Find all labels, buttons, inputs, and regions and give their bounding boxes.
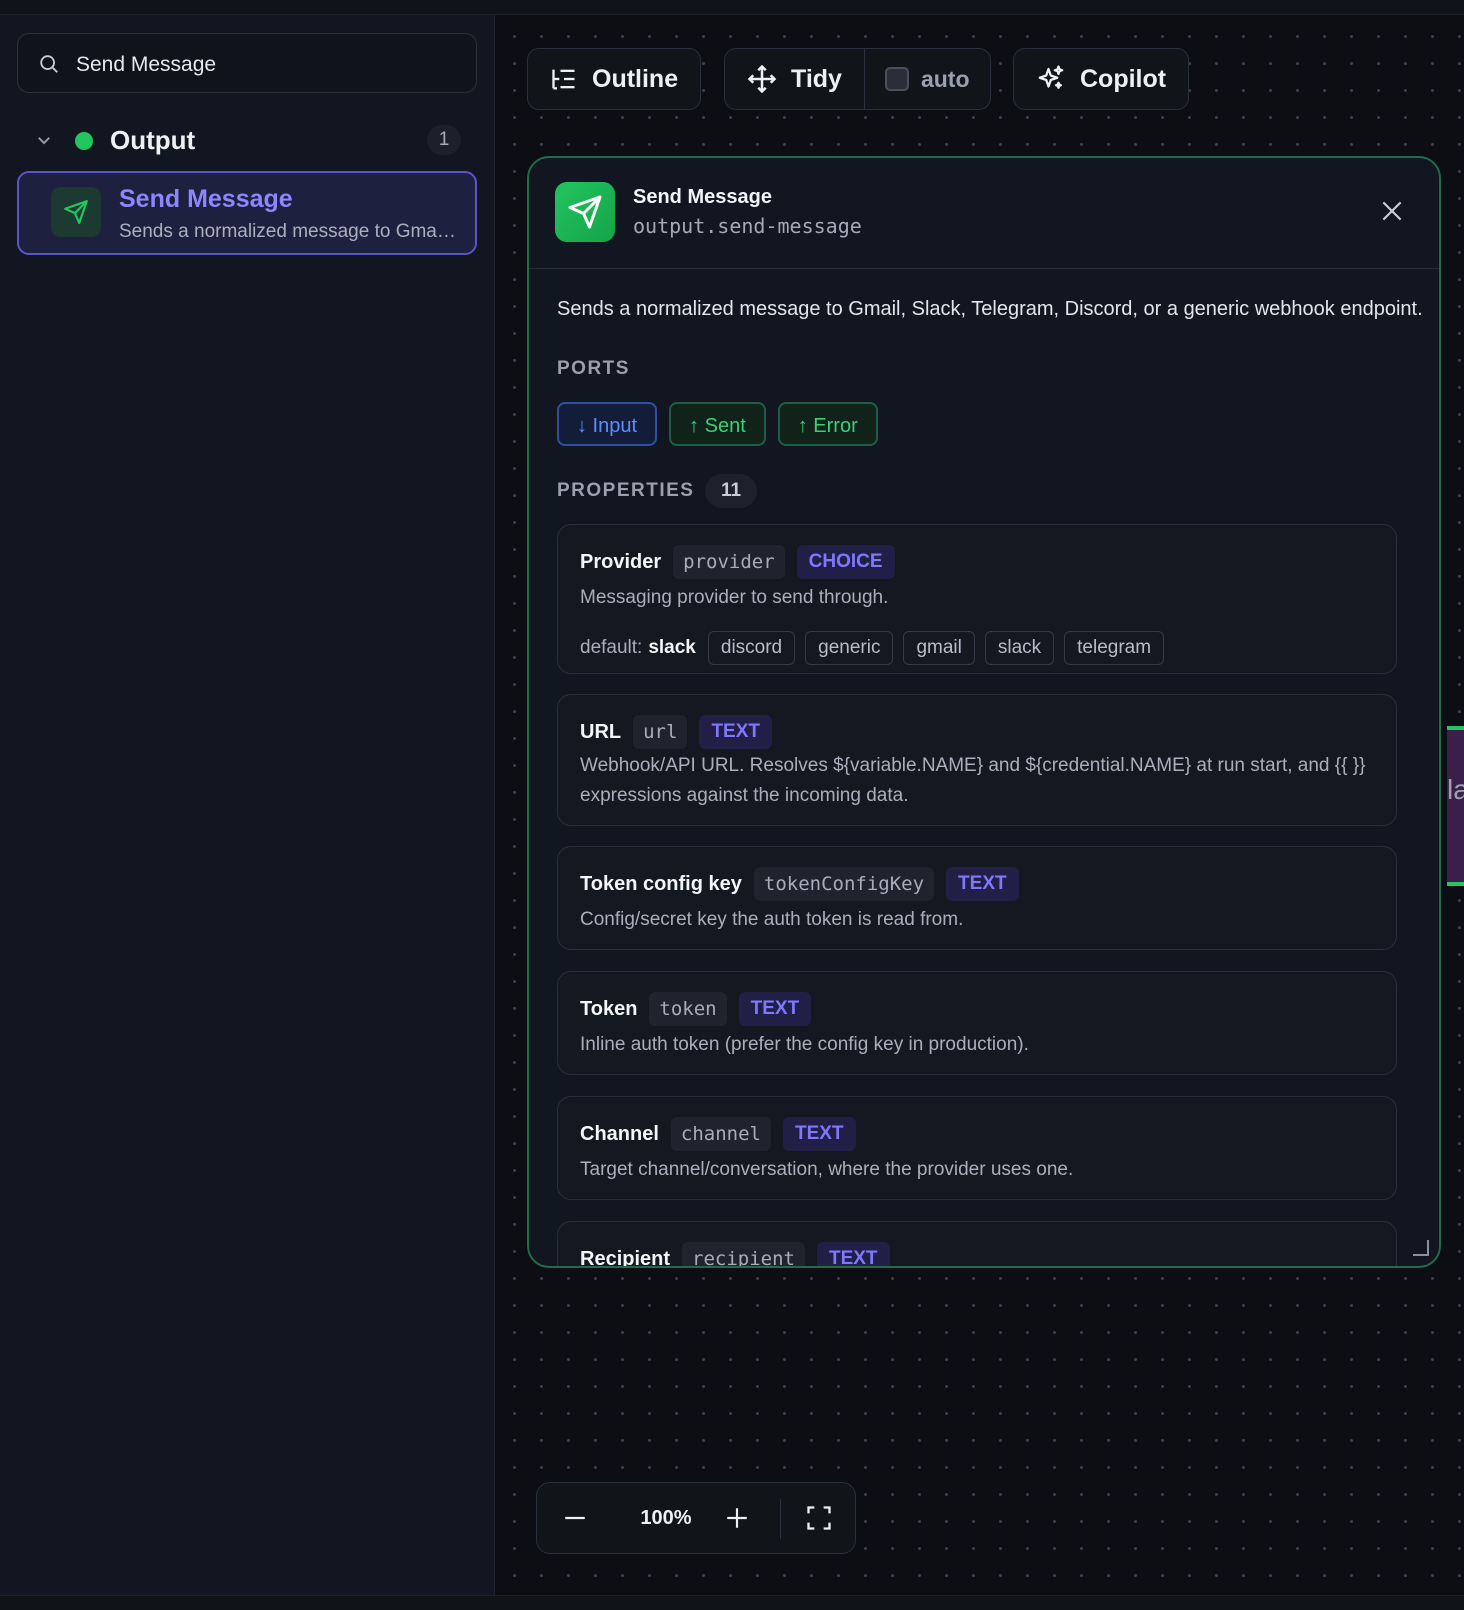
- search-input[interactable]: [74, 48, 458, 82]
- property-key: channel: [670, 1117, 771, 1151]
- outline-label: Outline: [592, 64, 679, 93]
- copilot-button[interactable]: Copilot: [1014, 49, 1188, 109]
- status-dot: [75, 132, 93, 150]
- default-value: slack: [648, 637, 696, 658]
- zoom-level: 100%: [640, 1506, 692, 1529]
- property-type-badge: TEXT: [738, 992, 812, 1026]
- property-description: Messaging provider to send through.: [580, 587, 889, 608]
- auto-tidy-toggle[interactable]: auto: [865, 49, 990, 109]
- property-type-badge: TEXT: [816, 1242, 890, 1266]
- properties-heading: PROPERTIES: [557, 480, 695, 501]
- node-item-description: Sends a normalized message to Gmail, Sla…: [119, 221, 459, 242]
- plus-icon: [727, 1508, 747, 1528]
- default-label: default:: [580, 637, 643, 658]
- property-type-badge: TEXT: [782, 1117, 856, 1151]
- port-input[interactable]: ↓ Input: [557, 402, 658, 446]
- port-error[interactable]: ↑ Error: [777, 402, 878, 446]
- tidy-toolbar-group: Tidy auto: [724, 48, 991, 110]
- close-icon[interactable]: [1379, 198, 1405, 224]
- node-item-send-message[interactable]: Send Message Sends a normalized message …: [17, 171, 477, 255]
- property-name: Recipient: [580, 1247, 671, 1268]
- node-detail-panel: Send Message output.send-message Sends a…: [527, 156, 1441, 1268]
- panel-description: Sends a normalized message to Gmail, Sla…: [557, 298, 1423, 320]
- outline-toolbar-group: Outline: [527, 48, 702, 110]
- window-top-bar: [0, 0, 1464, 15]
- outline-button[interactable]: Outline: [528, 49, 700, 109]
- choice-option: slack: [984, 631, 1055, 665]
- property-default-row: default: slack discord generic gmail sla…: [580, 631, 1165, 665]
- choice-option: generic: [805, 631, 894, 665]
- category-label: Output: [110, 125, 196, 155]
- zoom-in-button[interactable]: [707, 1483, 767, 1553]
- property-card: URL url TEXT Webhook/API URL. Resolves $…: [557, 694, 1397, 826]
- property-name: URL: [580, 720, 622, 743]
- outline-icon: [552, 69, 575, 90]
- window-bottom-bar: [0, 1595, 1464, 1610]
- property-card: Token config key tokenConfigKey TEXT Con…: [557, 846, 1397, 950]
- node-library-sidebar: Output 1 Send Message Sends a normalized…: [0, 15, 495, 1595]
- panel-title: Send Message: [633, 186, 772, 208]
- zoom-controls: 100%: [536, 1482, 856, 1554]
- category-count-badge: 1: [427, 125, 461, 155]
- property-key: provider: [673, 545, 785, 579]
- copilot-toolbar-group: Copilot: [1013, 48, 1190, 110]
- property-key: token: [649, 992, 727, 1026]
- property-card: Channel channel TEXT Target channel/conv…: [557, 1096, 1397, 1200]
- category-output[interactable]: Output 1: [17, 115, 477, 165]
- search-icon: [40, 55, 58, 73]
- send-icon: [51, 187, 101, 237]
- port-sent[interactable]: ↑ Sent: [669, 402, 766, 446]
- property-name: Token: [580, 997, 638, 1020]
- property-key: recipient: [682, 1242, 805, 1266]
- resize-handle[interactable]: [1413, 1240, 1429, 1256]
- background-node-edge[interactable]: la: [1447, 726, 1464, 886]
- property-card: Recipient recipient TEXT: [557, 1221, 1397, 1268]
- property-card: Token token TEXT Inline auth token (pref…: [557, 971, 1397, 1075]
- tidy-button[interactable]: Tidy: [725, 49, 864, 109]
- copilot-label: Copilot: [1080, 64, 1167, 93]
- property-name: Channel: [580, 1122, 659, 1145]
- property-key: url: [633, 715, 688, 749]
- tidy-label: Tidy: [791, 64, 842, 93]
- panel-header: Send Message output.send-message: [529, 158, 1439, 269]
- property-description: Inline auth token (prefer the config key…: [580, 1034, 1029, 1055]
- sparkles-icon: [1038, 65, 1064, 89]
- minus-icon: [565, 1516, 585, 1520]
- node-item-title: Send Message: [119, 185, 293, 213]
- search-box[interactable]: [17, 33, 477, 93]
- ports-heading: PORTS: [557, 358, 630, 379]
- property-description: Config/secret key the auth token is read…: [580, 909, 964, 930]
- zoom-divider: [780, 1499, 781, 1539]
- property-description: Target channel/conversation, where the p…: [580, 1159, 1074, 1180]
- choice-option: telegram: [1064, 631, 1165, 665]
- move-icon: [747, 64, 777, 94]
- property-type-badge: TEXT: [699, 715, 772, 749]
- property-name: Provider: [580, 550, 662, 573]
- choice-option: gmail: [903, 631, 975, 665]
- choice-option: discord: [707, 631, 796, 665]
- chevron-down-icon[interactable]: [35, 131, 53, 149]
- send-icon: [555, 182, 615, 242]
- property-type-badge: TEXT: [946, 867, 1019, 901]
- panel-node-id: output.send-message: [633, 214, 862, 238]
- auto-label: auto: [920, 65, 970, 92]
- background-node-label: la: [1447, 774, 1464, 805]
- fit-view-button[interactable]: [789, 1483, 849, 1553]
- auto-checkbox[interactable]: [884, 67, 909, 91]
- property-type-badge: CHOICE: [796, 545, 895, 579]
- properties-count-badge: 11: [705, 474, 757, 508]
- property-key: tokenConfigKey: [753, 867, 935, 901]
- property-card: Provider provider CHOICE Messaging provi…: [557, 524, 1397, 674]
- fullscreen-icon: [807, 1506, 831, 1530]
- property-name: Token config key: [580, 872, 742, 895]
- ports-list: ↓ Input ↑ Sent ↑ Error: [557, 402, 878, 446]
- zoom-out-button[interactable]: [545, 1483, 605, 1553]
- property-description: Webhook/API URL. Resolves ${variable.NAM…: [580, 755, 1366, 806]
